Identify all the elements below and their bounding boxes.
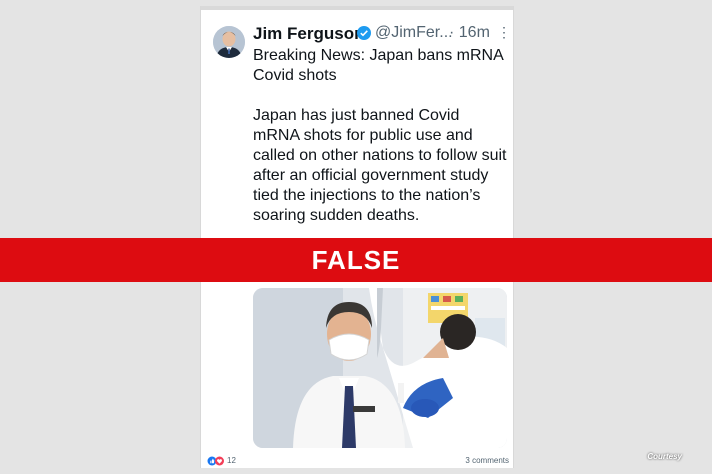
post-text: Breaking News: Japan bans mRNA Covid sho…	[253, 46, 509, 226]
post-body: Japan has just banned Covid mRNA shots f…	[253, 107, 507, 224]
verified-badge-icon	[357, 26, 371, 40]
post-photo[interactable]	[253, 288, 507, 448]
avatar[interactable]	[213, 26, 245, 58]
courtesy-credit: Courtesy	[647, 452, 682, 461]
author-name[interactable]: Jim Ferguson	[253, 24, 364, 44]
comments-count[interactable]: 3 comments	[465, 456, 509, 465]
top-divider	[201, 6, 513, 10]
post-screenshot-card: Jim Ferguson @JimFer... · 16m ⋮ Breaking…	[200, 6, 514, 468]
post-header: Jim Ferguson @JimFer... · 16m ⋮	[253, 22, 511, 46]
reactions-icons[interactable]	[207, 456, 225, 466]
post-footer: 12 3 comments	[201, 452, 513, 468]
more-options-icon[interactable]: ⋮	[497, 24, 511, 41]
post-headline: Breaking News: Japan bans mRNA Covid sho…	[253, 47, 503, 84]
false-verdict-banner: FALSE	[0, 238, 712, 282]
author-handle[interactable]: @JimFer...	[375, 24, 453, 42]
post-timestamp[interactable]: · 16m	[449, 24, 490, 42]
stage: Jim Ferguson @JimFer... · 16m ⋮ Breaking…	[0, 0, 712, 474]
reaction-count: 12	[227, 456, 236, 465]
